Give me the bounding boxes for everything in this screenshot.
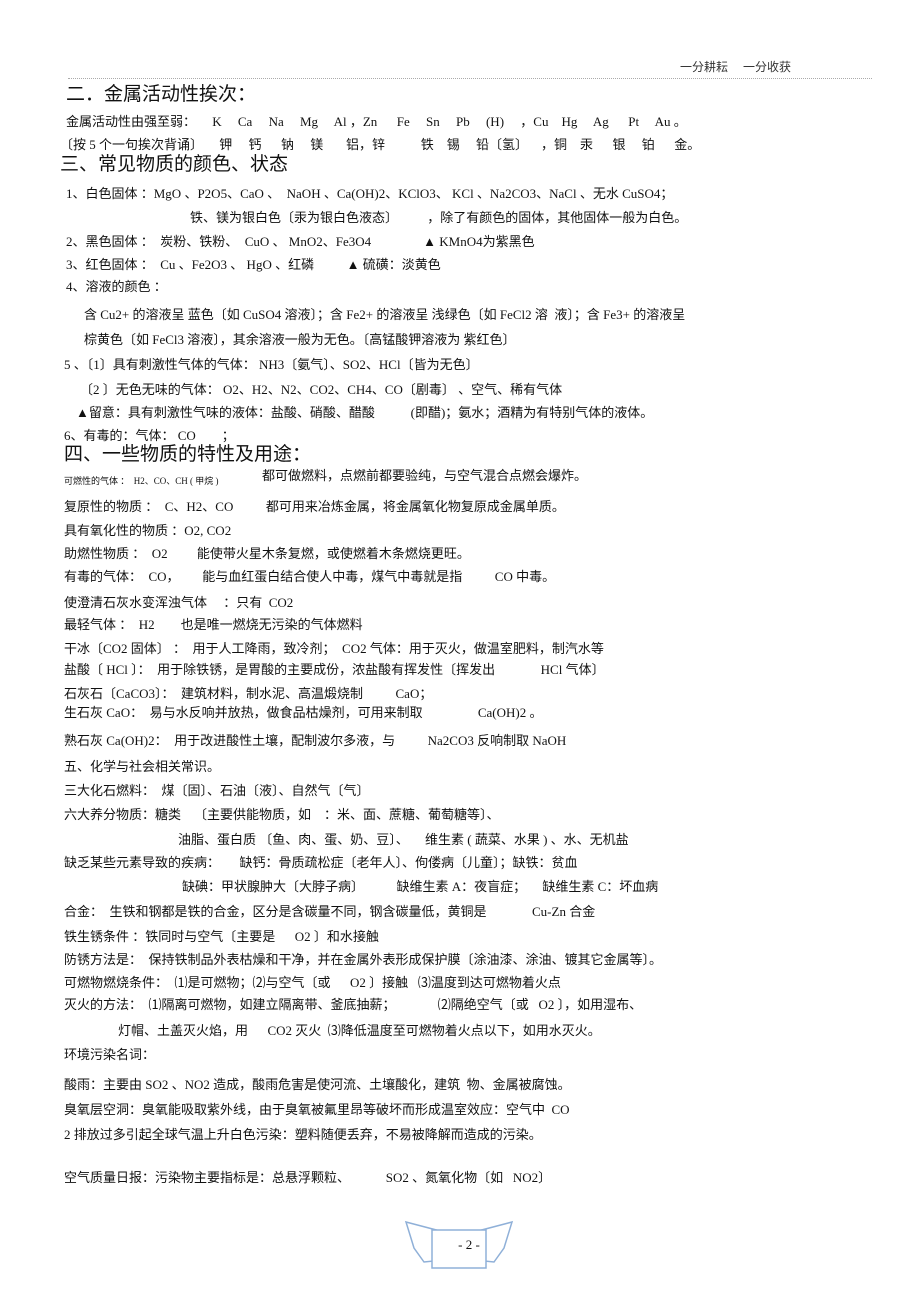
text-line: ▲留意：具有刺激性气味的液体：盐酸、硝酸、醋酸 (即醋)；氨水；酒精为有特别气体… bbox=[76, 405, 654, 420]
text-line: 石灰石〔CaCO3〕： 建筑材料，制水泥、高温煅烧制 CaO； bbox=[64, 686, 433, 701]
text-line: 都可做燃料，点燃前都要验纯，与空气混合点燃会爆炸。 bbox=[262, 468, 588, 483]
text-line: 熟石灰 Ca(OH)2： 用于改进酸性土壤，配制波尔多液，与 Na2CO3 反响… bbox=[64, 733, 567, 748]
text-line: 三大化石燃料： 煤〔固〕、石油〔液〕、自然气〔气〕 bbox=[64, 783, 370, 798]
text-line: 可燃性的气体 ： H2、CO、CH ( 甲烷 ) bbox=[64, 476, 219, 486]
text-line: 使澄清石灰水变浑浊气体 ：只有 CO2 bbox=[64, 595, 294, 610]
text-line: 环境污染名词： bbox=[64, 1047, 156, 1062]
text-line: 生石灰 CaO： 易与水反响并放热，做食品枯燥剂，可用来制取 Ca(OH)2 。 bbox=[64, 705, 543, 720]
text-line: 〔2 〕无色无味的气体： O2、H2、N2、CO2、CH4、CO〔剧毒〕 、空气… bbox=[80, 382, 563, 397]
text-line: 灭火的方法： ⑴隔离可燃物，如建立隔离带、釜底抽薪； ⑵隔绝空气〔或 O2 〕，… bbox=[64, 997, 643, 1012]
header-divider bbox=[68, 78, 872, 79]
text-line: 缺乏某些元素导致的疾病： 缺钙：骨质疏松症〔老年人〕、佝偻病〔儿童〕；缺铁：贫血 bbox=[64, 855, 578, 870]
text-line: 2、黑色固体 ： 炭粉、铁粉、 CuO 、 MnO2、Fe3O4 ▲ KMnO4… bbox=[66, 234, 535, 249]
text-line: 油脂、蛋白质 〔鱼、肉、蛋、奶、豆〕、 维生素 ( 蔬菜、水果 ) 、水、无机盐 bbox=[178, 832, 629, 847]
text-line: 复原性的物质 ： C、H2、CO 都可用来冶炼金属，将金属氧化物复原成金属单质。 bbox=[64, 499, 565, 514]
text-line: 有毒的气体： CO， 能与血红蛋白结合使人中毒，煤气中毒就是指 CO 中毒。 bbox=[64, 569, 556, 584]
text-line: 含 Cu2+ 的溶液呈 蓝色〔如 CuSO4 溶液〕；含 Fe2+ 的溶液呈 浅… bbox=[84, 307, 686, 322]
text-line: 缺碘：甲状腺肿大〔大脖子病〕 缺维生素 A：夜盲症； 缺维生素 C：坏血病 bbox=[182, 879, 659, 894]
text-line: 可燃物燃烧条件： ⑴是可燃物；⑵与空气〔或 O2 〕接触 ⑶温度到达可燃物着火点 bbox=[64, 975, 561, 990]
text-line: 6、有毒的：气体： CO ； bbox=[64, 428, 235, 443]
section-heading-4: 四、一些物质的特性及用途： bbox=[64, 444, 312, 465]
header-motto: 一分耕耘 一分收获 bbox=[680, 60, 792, 74]
section-heading-3: 三、常见物质的颜色、状态 bbox=[60, 154, 289, 175]
text-line: 助燃性物质 ： O2 能使带火星木条复燃，或使燃着木条燃烧更旺。 bbox=[64, 546, 470, 561]
text-line: 防锈方法是： 保持铁制品外表枯燥和干净，并在金属外表形成保护膜〔涂油漆、涂油、镀… bbox=[64, 952, 663, 967]
text-line: 5 、〔1〕具有刺激性气体的气体： NH3〔氨气〕、SO2、HCl〔皆为无色〕 bbox=[64, 357, 479, 372]
page-number: - 2 - bbox=[458, 1237, 480, 1252]
text-line: 灯帽、土盖灭火焰，用 CO2 灭火 ⑶降低温度至可燃物着火点以下，如用水灭火。 bbox=[118, 1023, 601, 1038]
document-page: 一分耕耘 一分收获 二．金属活动性挨次： 金属活动性由强至弱： K Ca Na … bbox=[0, 0, 920, 1302]
text-line: 4、溶液的颜色 ： bbox=[66, 279, 167, 294]
text-line: 酸雨：主要由 SO2 、NO2 造成，酸雨危害是使河流、土壤酸化，建筑 物、金属… bbox=[64, 1077, 571, 1092]
text-line: 2 排放过多引起全球气温上升白色污染：塑料随便丢弃，不易被降解而造成的污染。 bbox=[64, 1127, 542, 1142]
text-line: 具有氧化性的物质 ：O2, CO2 bbox=[64, 523, 232, 538]
text-line: 合金： 生铁和钢都是铁的合金，区分是含碳量不同，钢含碳量低，黄铜是 Cu-Zn … bbox=[64, 904, 596, 919]
section-heading-2: 二．金属活动性挨次： bbox=[66, 84, 257, 105]
text-line: 金属活动性由强至弱： K Ca Na Mg Al ，Zn Fe Sn Pb (H… bbox=[66, 114, 687, 129]
text-line: 3、红色固体 ： Cu 、Fe2O3 、 HgO 、红磷 ▲ 硫磺：淡黄色 bbox=[66, 257, 441, 272]
text-line: 棕黄色〔如 FeCl3 溶液〕，其余溶液一般为无色。〔高锰酸钾溶液为 紫红色〕 bbox=[84, 332, 516, 347]
text-line: 盐酸〔 HCl 〕： 用于除铁锈，是胃酸的主要成份，浓盐酸有挥发性〔挥发出 HC… bbox=[64, 662, 605, 677]
text-line: 空气质量日报：污染物主要指标是：总悬浮颗粒、 SO2 、氮氧化物〔如 NO2〕 bbox=[64, 1170, 552, 1185]
section-heading-5: 五、化学与社会相关常识。 bbox=[64, 759, 221, 774]
text-line: 铁生锈条件 ：铁同时与空气〔主要是 O2 〕和水接触 bbox=[64, 929, 379, 944]
text-line: 1、白色固体 ：MgO 、P2O5、CaO 、 NaOH 、Ca(OH)2、KC… bbox=[66, 186, 674, 201]
text-line: 干冰〔CO2 固体〕 ： 用于人工降雨，致冷剂； CO2 气体：用于灭火，做温室… bbox=[64, 641, 604, 656]
text-line: 六大养分物质：糖类 〔主要供能物质，如 ：米、面、蔗糖、葡萄糖等〕、 bbox=[64, 807, 500, 822]
text-line: 臭氧层空洞：臭氧能吸取紫外线，由于臭氧被氟里昂等破坏而形成温室效应：空气中 CO bbox=[64, 1102, 570, 1117]
text-line: 〔按 5 个一句挨次背诵〕 钾 钙 钠 镁 铝，锌 铁 锡 铅〔氢〕 ，铜 汞 … bbox=[60, 137, 701, 152]
text-line: 最轻气体 ： H2 也是唯一燃烧无污染的气体燃料 bbox=[64, 617, 363, 632]
text-line: 铁、镁为银白色〔汞为银白色液态〕 ，除了有颜色的固体，其他固体一般为白色。 bbox=[190, 210, 688, 225]
